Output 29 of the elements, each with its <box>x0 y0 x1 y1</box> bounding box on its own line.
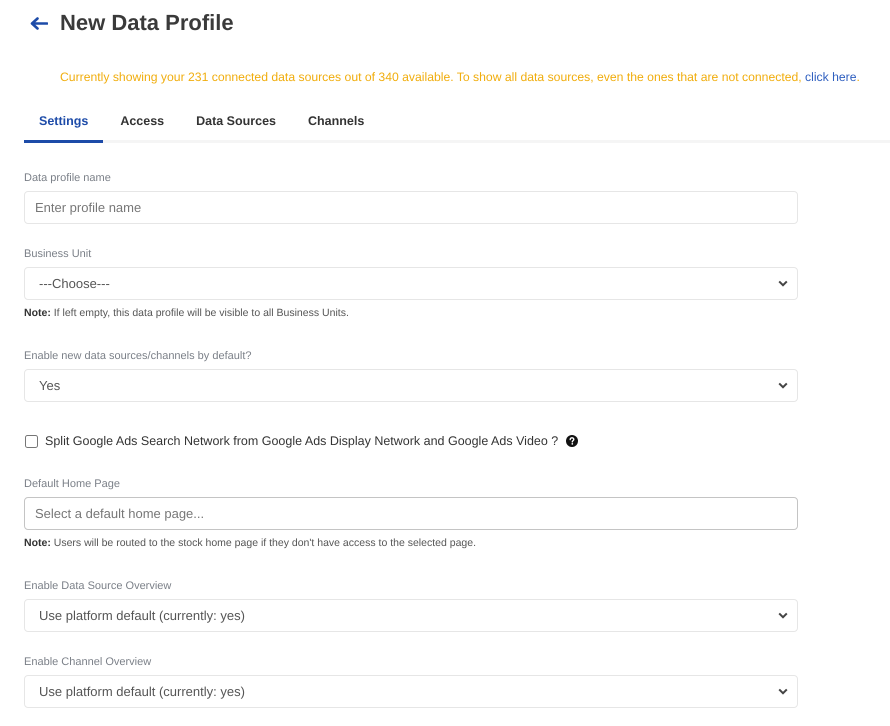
notice-text: Currently showing your 231 connected data sources out of 340 available. To show all data sources, even the ones that are not connected, click here. <box>60 69 861 85</box>
help-icon[interactable] <box>566 435 578 447</box>
select-dropdown[interactable]: ---Choose--- <box>24 267 798 300</box>
field-label: Enable Channel Overview <box>24 655 152 669</box>
chevron-down-icon <box>778 612 788 619</box>
field-note: Note: If left empty, this data profile will be visible to all Business Units. <box>24 306 350 320</box>
search-select-input[interactable]: Select a default home page... <box>24 497 798 530</box>
field-label: Data profile name <box>24 171 112 185</box>
left-arrow-icon[interactable] <box>30 16 48 30</box>
page-title: New Data Profile <box>60 9 234 37</box>
chevron-down-icon <box>778 688 788 695</box>
field-label: Default Home Page <box>24 477 121 491</box>
notice-link[interactable]: click here <box>805 70 857 84</box>
field-label: Enable new data sources/channels by default? <box>24 349 252 363</box>
chevron-down-icon <box>778 280 788 287</box>
select-dropdown[interactable]: Use platform default (currently: yes) <box>24 675 798 708</box>
tab[interactable]: Data Sources <box>181 103 292 143</box>
text-input[interactable]: Enter profile name <box>24 191 798 224</box>
field-label: Enable Data Source Overview <box>24 579 172 593</box>
field-label: Business Unit <box>24 247 92 261</box>
tab[interactable]: Access <box>105 103 180 143</box>
select-dropdown[interactable]: Use platform default (currently: yes) <box>24 599 798 632</box>
tab[interactable]: Channels <box>293 103 380 143</box>
checkbox-label: Split Google Ads Search Network from Google Ads Display Network and Google Ads Video ? <box>45 434 558 448</box>
select-dropdown[interactable]: Yes <box>24 369 798 402</box>
checkbox[interactable] <box>25 434 38 448</box>
tab[interactable]: Settings <box>24 103 104 143</box>
chevron-down-icon <box>778 382 788 389</box>
field-note: Note: Users will be routed to the stock home page if they don't have access to the selected page. <box>24 536 478 550</box>
